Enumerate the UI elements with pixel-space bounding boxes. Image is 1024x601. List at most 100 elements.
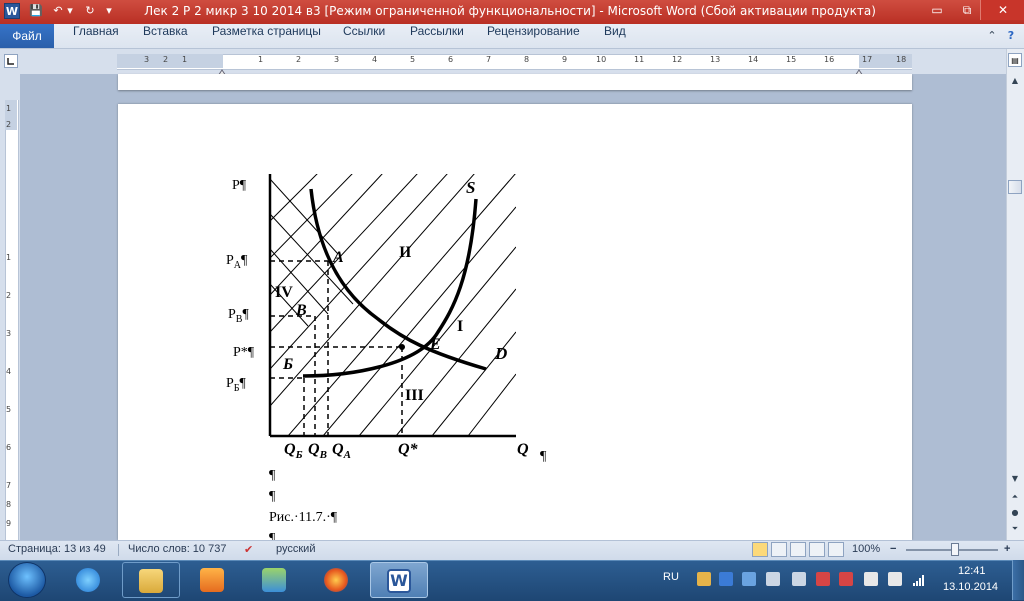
draft-view-button[interactable] [828,542,844,557]
tab-references[interactable]: Ссылки [343,24,385,48]
select-browse-object-icon[interactable]: ● [1008,506,1022,520]
label-q-b: QB [308,441,327,462]
undo-icon[interactable]: ↶ [50,3,66,19]
taskbar-explorer-button[interactable] [122,562,180,598]
language-status[interactable]: русский [276,543,315,555]
paragraph-mark[interactable]: ¶ [269,489,275,505]
point-label-a: A [333,249,344,266]
tray-window-icon[interactable] [792,572,806,586]
tray-monitor-icon[interactable] [719,572,733,586]
status-divider [118,544,119,556]
network-signal-icon[interactable] [912,572,926,586]
paragraph-mark[interactable]: ¶ [269,468,275,484]
paragraph-mark[interactable]: ¶ [269,531,275,540]
help-icon[interactable]: ? [1003,28,1019,44]
ruler-number: 18 [896,55,907,64]
scroll-thumb[interactable] [1008,180,1022,194]
taskbar-paint-button[interactable] [246,562,304,598]
vruler-number: 8 [6,500,12,509]
taskbar-firefox-button[interactable] [308,562,366,598]
equilibrium-point [399,344,405,350]
point-label-e: E [430,336,441,353]
taskbar-media-button[interactable] [184,562,242,598]
tab-file[interactable]: Файл [0,24,54,48]
outline-view-button[interactable] [809,542,825,557]
area-label-iii: III [405,387,424,404]
save-icon[interactable]: 💾 [28,3,44,19]
start-button[interactable] [8,562,46,598]
curve-label-s: S [466,178,476,197]
label-pbb: PБ¶ [226,376,246,394]
tray-warning-icon[interactable] [816,572,830,586]
clock-time[interactable]: 12:41 [958,565,986,577]
area-label-ii: II [399,244,412,261]
tray-app-icon[interactable] [766,572,780,586]
customize-qat-icon[interactable]: ▾ [104,3,114,19]
tray-app-icon[interactable] [742,572,756,586]
zoom-level[interactable]: 100% [852,543,880,555]
maximize-button[interactable]: ⧉ [952,0,982,20]
scroll-up-icon[interactable]: ▲ [1008,74,1022,88]
area-label-i: I [457,318,464,335]
ruler-number: 6 [448,55,454,64]
tab-mailings[interactable]: Рассылки [410,24,464,48]
tab-insert[interactable]: Вставка [143,24,188,48]
expand-ribbon-icon[interactable]: ⌃ [984,28,1000,44]
tray-device-icon[interactable] [864,572,878,586]
web-layout-button[interactable] [790,542,806,557]
tab-home[interactable]: Главная [73,24,119,48]
zoom-in-button[interactable]: + [1004,543,1010,555]
zoom-out-button[interactable]: − [890,543,896,555]
redo-icon[interactable]: ↻ [82,3,98,19]
tab-view[interactable]: Вид [604,24,626,48]
word-app-icon[interactable]: W [4,3,20,19]
label-q-star: Q* [398,441,418,458]
close-button[interactable]: ✕ [980,0,1024,20]
undo-dropdown-icon[interactable]: ▾ [66,3,74,19]
previous-page-icon[interactable]: ⏶ [1008,490,1022,504]
media-player-icon [200,568,224,592]
vruler-number: 7 [6,481,12,490]
minimize-button[interactable]: ▭ [922,0,952,20]
vruler-number: 9 [6,519,12,528]
ruler-number: 16 [824,55,835,64]
next-page-icon[interactable]: ⏷ [1008,522,1022,536]
indent-marker-icon[interactable] [217,61,227,77]
vruler-number: 2 [6,291,12,300]
right-indent-marker-icon[interactable] [854,61,864,77]
page-count[interactable]: Страница: 13 из 49 [8,543,106,555]
figure-caption[interactable]: Рис.·11.7.·¶ [269,510,337,526]
zoom-slider-thumb[interactable] [951,543,959,556]
vruler-number: 5 [6,405,12,414]
area-label-iv: IV [275,284,293,301]
language-indicator[interactable]: RU [663,571,679,583]
axis-label-p: P¶ [232,178,247,193]
word-count[interactable]: Число слов: 10 737 [128,543,226,555]
vertical-scrollbar[interactable] [1006,49,1024,540]
clock-date[interactable]: 13.10.2014 [943,581,998,593]
paragraph-mark: ¶ [540,449,547,464]
print-layout-view-button[interactable] [752,542,768,557]
full-screen-reading-button[interactable] [771,542,787,557]
view-ruler-icon[interactable]: ▤ [1008,53,1022,67]
tray-flag-icon[interactable] [839,572,853,586]
ruler-number: 13 [710,55,721,64]
label-q-bb: QБ [284,441,303,462]
taskbar-word-button[interactable]: W [370,562,428,598]
firefox-icon [324,568,348,592]
proofing-icon[interactable]: ✔ [244,543,253,556]
vruler-number: 1 [6,104,12,113]
ruler-number: 2 [296,55,302,64]
tab-selector-icon[interactable] [4,54,18,68]
window-title: Лек 2 Р 2 микр 3 10 2014 в3 [Режим огран… [144,4,876,18]
tab-review[interactable]: Рецензирование [487,24,580,48]
scroll-down-icon[interactable]: ▼ [1008,472,1022,486]
vertical-ruler[interactable] [5,100,19,540]
vruler-number: 6 [6,443,12,452]
vruler-number: 4 [6,367,12,376]
volume-muted-icon[interactable] [888,572,902,586]
tab-page-layout[interactable]: Разметка страницы [212,24,321,48]
tray-app-icon[interactable] [697,572,711,586]
show-desktop-button[interactable] [1012,560,1024,600]
taskbar-ie-button[interactable] [60,562,118,598]
